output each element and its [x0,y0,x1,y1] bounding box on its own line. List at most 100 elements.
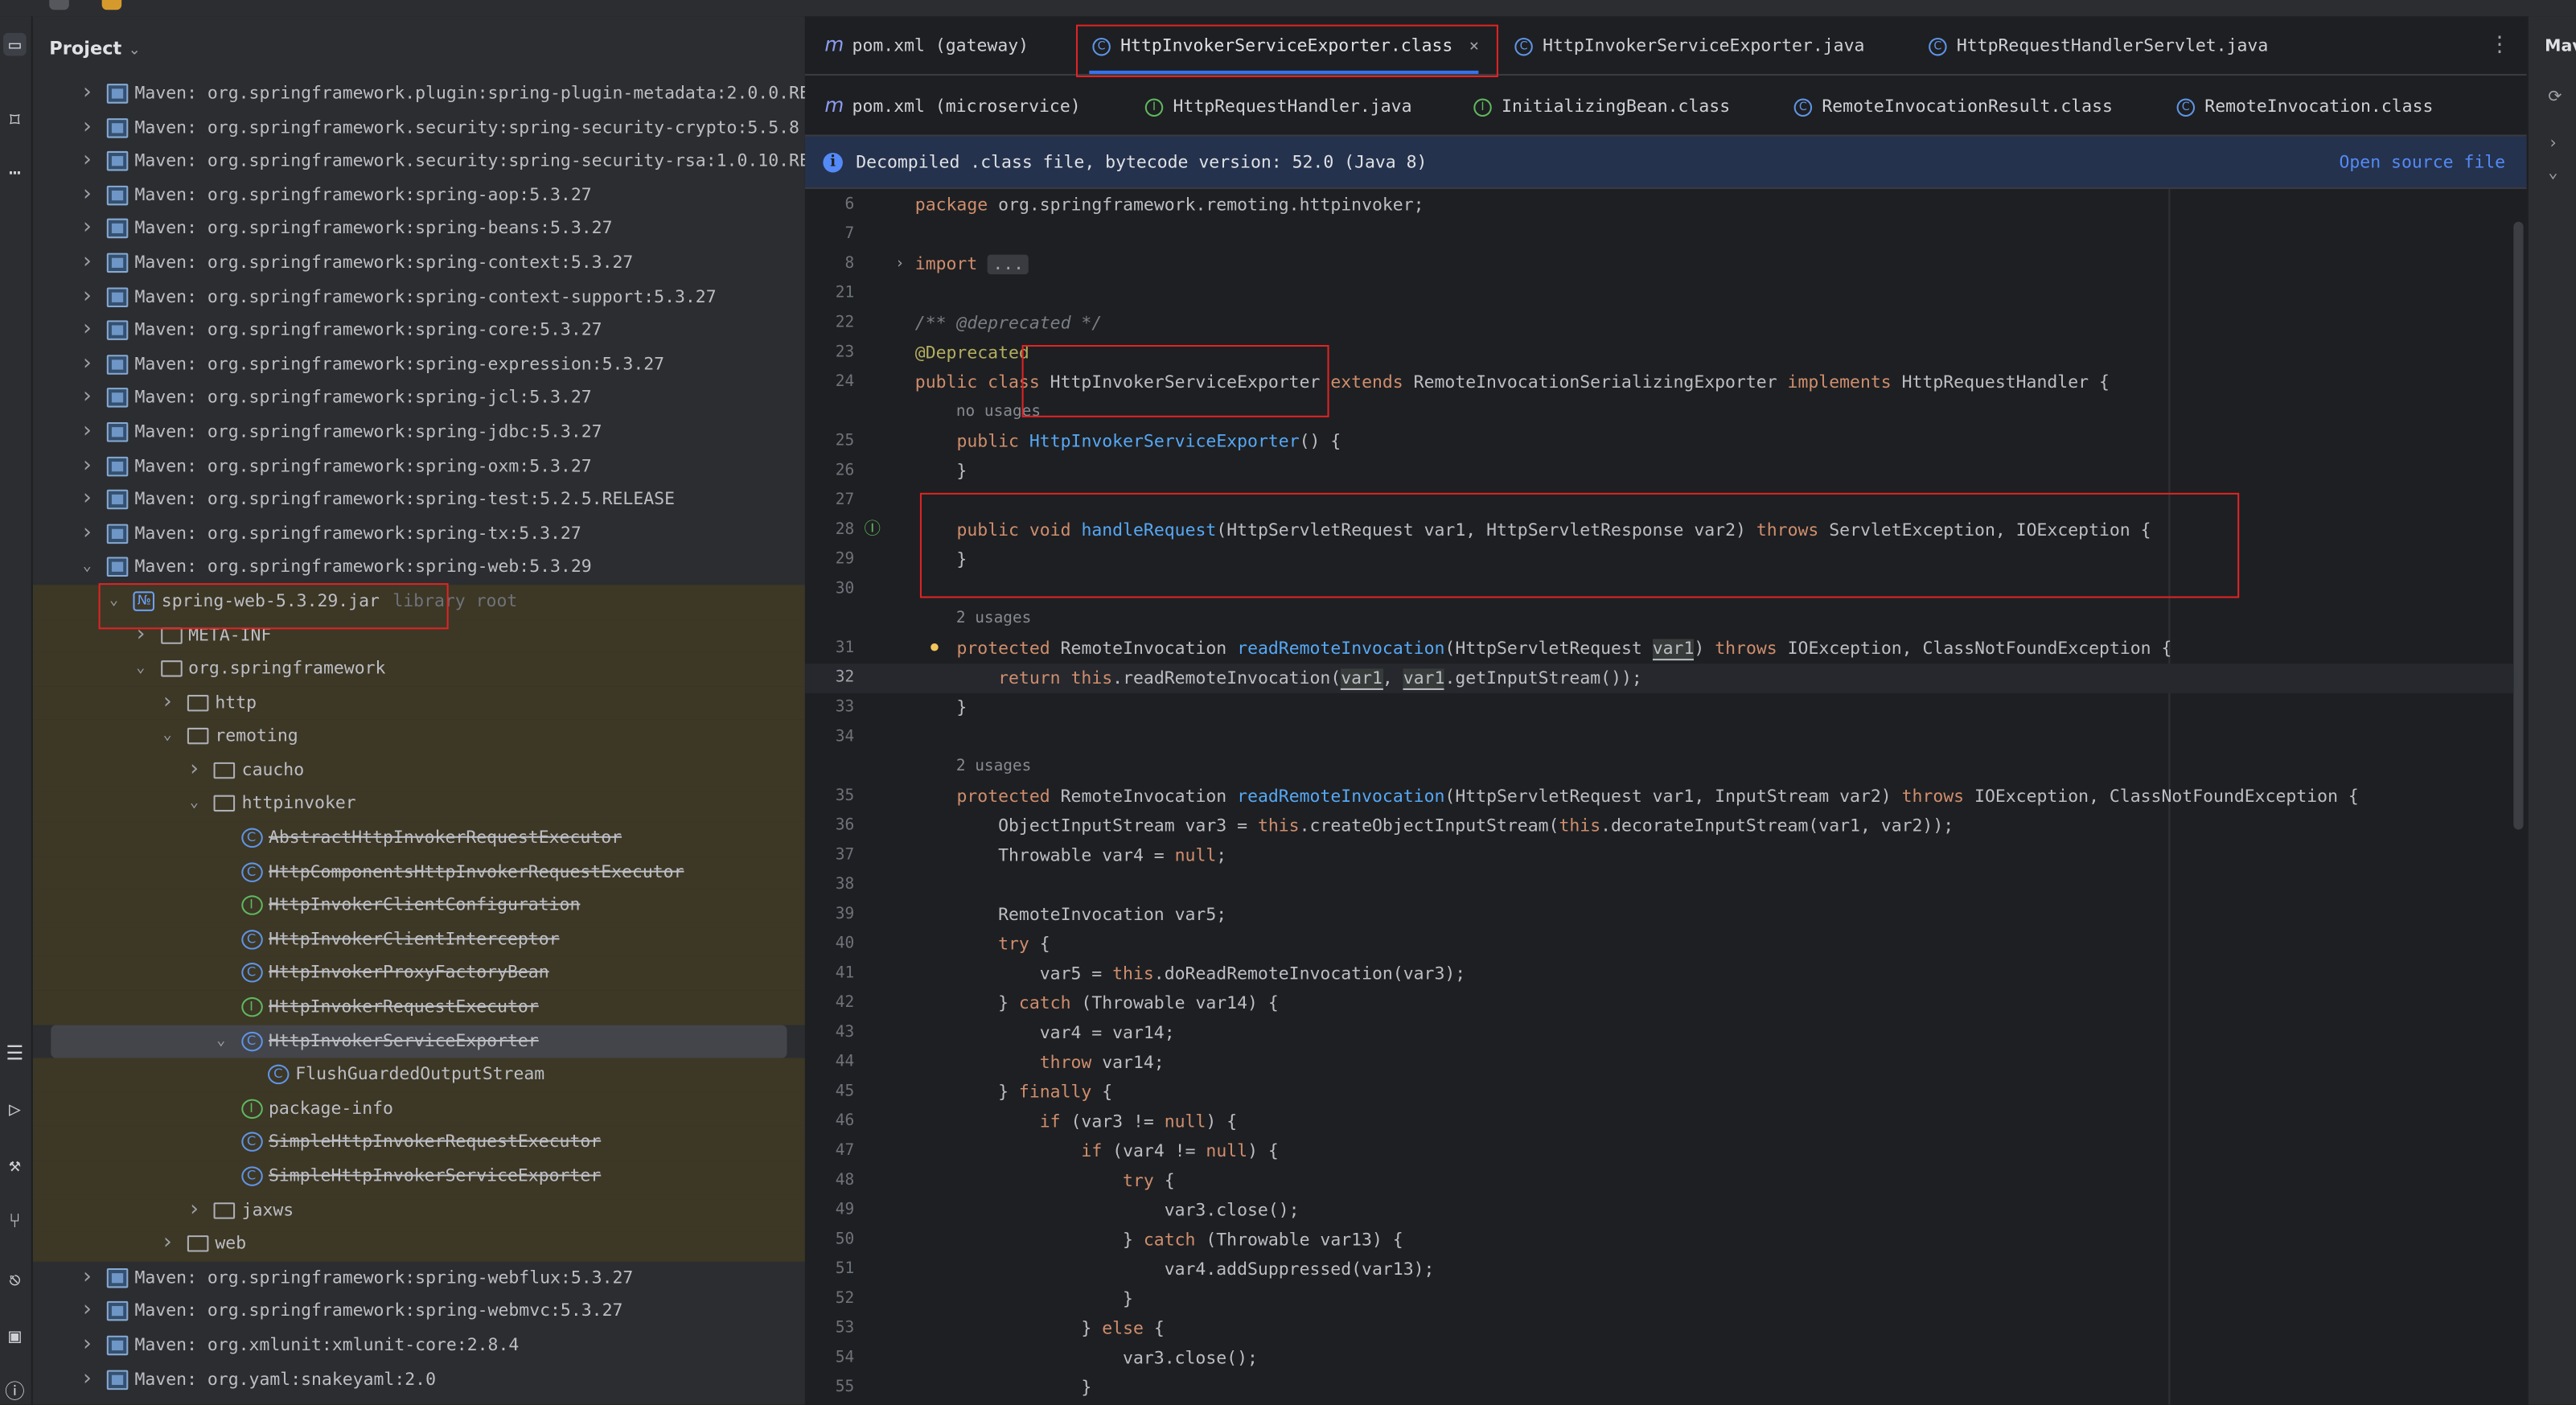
close-tab-icon[interactable]: × [1469,38,1479,55]
tree-row[interactable]: ⌄ remoting [32,720,805,754]
code-line[interactable]: 6 package org.springframework.remoting.ht… [805,191,2513,220]
tree-row[interactable]: › Maven: org.springframework:spring-expre… [33,348,805,382]
chevron-down-icon[interactable]: ⌄ [77,551,97,585]
chevron-down-icon[interactable]: ⌄ [158,720,178,754]
editor-tab[interactable]: C HttpInvokerServiceExporter.class × [1089,16,1480,76]
tree-row[interactable]: › Maven: org.springframework:spring-conte… [33,246,805,280]
tree-row[interactable]: › Maven: org.springframework:spring-aop:5… [33,179,805,212]
tree-row[interactable]: C HttpInvokerProxyFactoryBean [32,956,805,991]
code-line[interactable]: 53 } else { [805,1314,2513,1344]
code-line[interactable]: 46 if (var3 != null) { [805,1107,2513,1137]
code-line[interactable]: 21 [805,279,2513,309]
chevron-right-icon[interactable]: › [77,314,97,347]
code-line[interactable]: 47 if (var4 != null) { [805,1137,2513,1167]
chevron-right-icon[interactable]: › [77,77,97,111]
tree-row[interactable]: › Maven: org.springframework.security:spr… [33,145,805,179]
tree-row[interactable]: › Maven: org.springframework:spring-conte… [33,280,805,314]
tree-row[interactable]: › Maven: org.springframework.security:spr… [33,111,805,145]
tree-row[interactable]: › jaxws [32,1193,805,1228]
tree-row[interactable]: ⌄ Maven: org.springframework:spring-web:5… [33,551,805,585]
chevron-down-icon[interactable]: ⌄ [211,1025,231,1058]
fold-expand-icon[interactable]: › [895,249,904,279]
code-line[interactable]: 45 } finally { [805,1078,2513,1107]
chevron-right-icon[interactable]: › [77,416,97,450]
tree-row[interactable]: › http [32,686,805,721]
chevron-right-icon[interactable]: › [2548,135,2558,153]
structure-icon[interactable]: ☰ [3,1041,27,1065]
tree-row[interactable]: › caucho [32,754,805,788]
code-line[interactable]: 27 [805,487,2513,516]
tree-row[interactable]: › Maven: org.springframework:spring-tx:5.… [33,517,805,551]
maven-panel-title[interactable]: Mav [2545,38,2576,55]
tree-row[interactable]: C HttpInvokerClientInterceptor [32,922,805,957]
tree-row[interactable]: › Maven: org.springframework:spring-jdbc:… [33,416,805,450]
code-line[interactable]: 36 ObjectInputStream var3 = this.createO… [805,811,2513,841]
tree-row[interactable]: C HttpComponentsHttpInvokerRequestExecuto… [32,855,805,889]
chevron-right-icon[interactable]: › [77,111,97,145]
editor-tab[interactable]: C RemoteInvocationResult.class [1791,77,2113,137]
code-line[interactable]: 35 protected RemoteInvocation readRemote… [805,782,2513,811]
code-line[interactable]: 7 [805,220,2513,250]
chevron-right-icon[interactable]: › [77,1329,97,1362]
code-line[interactable]: 37 Throwable var4 = null; [805,841,2513,871]
usages-hint[interactable]: no usages [956,397,1041,427]
code-line[interactable]: 8 › import ... [805,249,2513,279]
tree-row[interactable]: › Maven: org.springframework.plugin:sprin… [33,77,805,111]
code-line[interactable]: 52 } [805,1284,2513,1314]
problems-icon[interactable]: ⓘ [3,1380,27,1403]
tree-row[interactable]: › Maven: org.springframework:spring-test:… [33,483,805,517]
code-line[interactable]: 29 } [805,545,2513,575]
code-line[interactable]: 33 } [805,693,2513,723]
chevron-right-icon[interactable]: › [77,348,97,382]
code-view[interactable]: 6 package org.springframework.remoting.ht… [804,188,2527,1405]
tree-row[interactable]: › Maven: org.springframework:spring-jcl:5… [33,382,805,416]
tree-row[interactable]: › META-INF [32,618,805,653]
chevron-right-icon[interactable]: › [77,1295,97,1329]
editor-tab[interactable]: m pom.xml (microservice) [821,77,1080,137]
editor-tab[interactable]: I InitializingBean.class [1470,77,1730,137]
tree-row[interactable]: I HttpInvokerRequestExecutor [32,990,805,1025]
code-line[interactable]: 38 [805,871,2513,901]
tree-row[interactable]: › Maven: org.xmlunit:xmlunit-core:2.8.4 [33,1329,805,1362]
tree-row[interactable]: C SimpleHttpInvokerServiceExporter [32,1160,805,1194]
terminal-icon[interactable]: ▣ [3,1324,27,1347]
bookmarks-icon[interactable]: ⌑ [3,109,27,132]
editor-scrollbar[interactable] [2513,221,2524,830]
menu-icon[interactable] [49,0,69,10]
open-source-file-link[interactable]: Open source file [2339,137,2505,189]
code-line[interactable]: 42 } catch (Throwable var14) { [805,989,2513,1019]
chevron-right-icon[interactable]: › [158,686,178,720]
more-tools-icon[interactable]: ⋯ [3,161,27,184]
code-line[interactable]: 26 } [805,457,2513,487]
tree-row[interactable]: › web [32,1227,805,1262]
code-line[interactable]: 51 var4.addSuppressed(var13); [805,1255,2513,1285]
implements-method-icon[interactable]: Ⓘ [864,516,880,545]
tree-row[interactable]: C SimpleHttpInvokerRequestExecutor [32,1126,805,1161]
code-line[interactable]: 54 var3.close(); [805,1344,2513,1374]
project-badge-icon[interactable] [101,0,122,10]
tree-row[interactable]: ⌄ C HttpInvokerServiceExporter [51,1024,787,1058]
tree-row[interactable]: C AbstractHttpInvokerRequestExecutor [32,821,805,856]
chevron-right-icon[interactable]: › [77,179,97,212]
code-line[interactable]: 43 var4 = var14; [805,1018,2513,1048]
code-line[interactable]: 40 try { [805,930,2513,959]
code-line[interactable]: 22 /** @deprecated */ [805,309,2513,339]
inlay-hint-line[interactable]: 2 usages [805,753,2513,783]
chevron-down-icon[interactable]: ⌄ [104,585,124,618]
git-icon[interactable]: ⑂ [3,1209,27,1232]
chevron-right-icon[interactable]: › [158,1227,178,1261]
code-line[interactable]: 50 } catch (Throwable var13) { [805,1226,2513,1255]
chevron-down-icon[interactable]: ⌄ [128,43,140,59]
chevron-right-icon[interactable]: › [77,280,97,314]
tree-row[interactable]: › Maven: org.springframework:spring-core:… [33,314,805,347]
chevron-right-icon[interactable]: › [131,618,151,652]
usages-hint[interactable]: 2 usages [956,605,1031,635]
code-line[interactable]: 39 RemoteInvocation var5; [805,900,2513,930]
chevron-right-icon[interactable]: › [184,754,204,787]
editor-tab[interactable]: I HttpRequestHandler.java [1142,77,1412,137]
chevron-right-icon[interactable]: › [77,1261,97,1295]
chevron-right-icon[interactable]: › [77,517,97,551]
code-line[interactable]: 44 throw var14; [805,1048,2513,1078]
tree-row[interactable]: › Maven: org.springframework:spring-webmv… [33,1295,805,1329]
chevron-right-icon[interactable]: › [77,382,97,416]
